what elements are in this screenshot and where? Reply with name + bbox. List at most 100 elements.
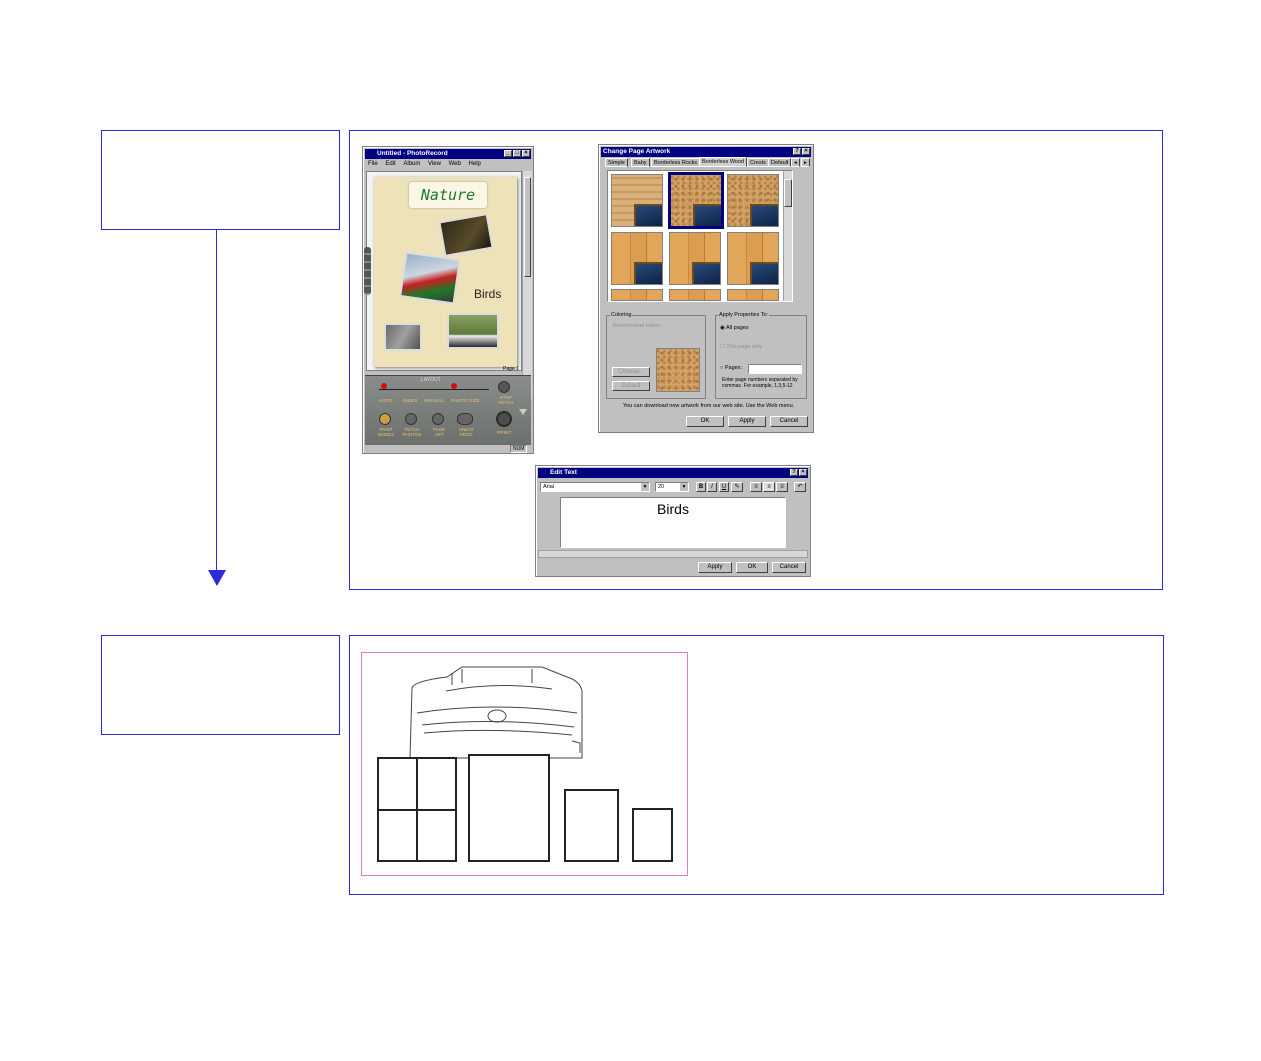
undo-redo-button[interactable]: [457, 413, 473, 425]
underline-button[interactable]: U: [719, 482, 729, 492]
text-content: Birds: [657, 501, 689, 517]
artwork-gallery: [607, 170, 793, 302]
photo-duck[interactable]: [438, 212, 494, 258]
page-tab-strip[interactable]: [364, 247, 371, 295]
layout-option-photosize[interactable]: PHOTO SIZE: [451, 399, 480, 404]
close-button[interactable]: ×: [522, 150, 530, 157]
recommend-colors-option[interactable]: Recommend colors: [613, 323, 660, 329]
page-art-button[interactable]: [432, 413, 444, 425]
this-page-checkbox[interactable]: ☐ This page only: [720, 344, 762, 350]
close-button[interactable]: ×: [802, 148, 810, 155]
menu-album[interactable]: Album: [403, 161, 420, 167]
tab-default[interactable]: Default: [768, 158, 792, 167]
maximize-button[interactable]: □: [513, 150, 521, 157]
help-button[interactable]: ?: [790, 469, 798, 476]
artwork-thumb-9[interactable]: [727, 289, 779, 301]
font-select[interactable]: Arial ▼: [540, 482, 650, 492]
cancel-button[interactable]: Cancel: [772, 562, 806, 573]
ok-button[interactable]: OK: [736, 562, 768, 573]
tab-borderless-rocks[interactable]: Borderless Rocks: [651, 158, 701, 167]
text-color-icon[interactable]: ✎: [731, 482, 743, 492]
menu-help[interactable]: Help: [469, 161, 481, 167]
print-label: PRINT: [497, 431, 512, 436]
coloring-preview: [656, 348, 700, 392]
edit-text-dialog: Edit Text ? × Arial ▼ 20 ▼ B I U ✎ ≡ ≡ ≡ …: [535, 465, 811, 577]
menu-file[interactable]: File: [368, 161, 378, 167]
menubar: File Edit Album View Web Help: [365, 160, 484, 169]
layout-option-index[interactable]: INDEX: [403, 399, 418, 404]
window-title: Untitled - PhotoRecord: [377, 150, 448, 157]
align-left-icon[interactable]: ≡: [750, 482, 762, 492]
artwork-thumb-4[interactable]: [611, 232, 663, 285]
stop-fetch-label: STOP FETCH: [498, 395, 514, 405]
bold-button[interactable]: B: [696, 482, 706, 492]
filter-icon[interactable]: [519, 409, 527, 415]
horizontal-scrollbar[interactable]: [538, 550, 808, 558]
close-button[interactable]: ×: [799, 469, 807, 476]
chevron-down-icon[interactable]: ▼: [680, 483, 688, 491]
minimize-button[interactable]: _: [504, 150, 512, 157]
artwork-thumb-6[interactable]: [727, 232, 779, 285]
pages-input[interactable]: [748, 364, 802, 374]
text-edit-area[interactable]: Birds: [560, 497, 786, 548]
align-right-icon[interactable]: ≡: [776, 482, 788, 492]
tab-scroll-left[interactable]: ◂: [791, 158, 800, 167]
align-center-icon[interactable]: ≡: [763, 482, 775, 492]
help-button[interactable]: ?: [793, 148, 801, 155]
gallery-scrollbar[interactable]: [783, 171, 792, 301]
layout-option-auto[interactable]: AUTO: [379, 399, 392, 404]
tab-scroll-right[interactable]: ▸: [801, 158, 810, 167]
status-num: NUM: [510, 445, 528, 453]
photo-parrot[interactable]: [399, 251, 461, 305]
print-modes-button[interactable]: [379, 413, 391, 425]
menu-edit[interactable]: Edit: [385, 161, 395, 167]
tab-crests[interactable]: Crests: [747, 158, 769, 167]
album-scrollbar[interactable]: [522, 171, 532, 399]
menu-view[interactable]: View: [428, 161, 441, 167]
choose-button[interactable]: Choose...: [612, 367, 650, 377]
artwork-thumb-7[interactable]: [611, 289, 663, 301]
apply-button[interactable]: Apply: [728, 416, 766, 427]
tab-borderless-wood[interactable]: Borderless Wood: [699, 157, 748, 167]
all-pages-radio[interactable]: ◉ All pages: [720, 325, 749, 331]
artwork-thumb-8[interactable]: [669, 289, 721, 301]
album-page[interactable]: Nature Birds: [374, 177, 517, 367]
photo-flock[interactable]: [384, 323, 422, 351]
tab-simple[interactable]: Simple: [605, 158, 628, 167]
printer-illustration: [361, 652, 688, 876]
artwork-thumb-3[interactable]: [727, 174, 779, 227]
page-title-banner[interactable]: Nature: [409, 182, 487, 208]
artwork-titlebar: Change Page Artwork ? ×: [601, 147, 811, 157]
artwork-thumb-1[interactable]: [611, 174, 663, 227]
fetch-photos-button[interactable]: [405, 413, 417, 425]
pages-hint: Enter page numbers separated by commas. …: [722, 377, 798, 389]
layout-slider-track[interactable]: [379, 389, 489, 390]
tab-baby[interactable]: Baby: [631, 158, 650, 167]
apply-to-group: Apply Properties To: ◉ All pages ☐ This …: [715, 312, 807, 399]
default-button[interactable]: Default: [612, 381, 650, 391]
ok-button[interactable]: OK: [686, 416, 724, 427]
dialog-title: Edit Text: [550, 469, 577, 476]
artwork-thumb-5[interactable]: [669, 232, 721, 285]
print-button[interactable]: [496, 411, 512, 427]
stop-fetch-button[interactable]: [498, 381, 510, 393]
edit-text-titlebar: Edit Text ? ×: [538, 468, 808, 478]
page-caption-birds[interactable]: Birds: [474, 287, 501, 301]
artwork-thumb-2-selected[interactable]: [668, 172, 724, 229]
photo-magpie[interactable]: [447, 313, 499, 349]
cancel-button[interactable]: Cancel: [770, 416, 808, 427]
pages-radio[interactable]: ○ Pages:: [720, 365, 742, 371]
photo-size-knob[interactable]: [451, 383, 457, 389]
italic-button[interactable]: I: [707, 482, 717, 492]
layout-slider-knob[interactable]: [381, 383, 387, 389]
tool-label-undo-redo: UNDO/ REDO: [458, 427, 474, 437]
size-select[interactable]: 20 ▼: [655, 482, 689, 492]
layout-option-manual[interactable]: MANUAL: [424, 399, 444, 404]
flow-arrow-head: [208, 570, 226, 586]
apply-button[interactable]: Apply: [698, 562, 732, 573]
undo-icon[interactable]: ↶: [794, 482, 806, 492]
coloring-label: Coloring: [610, 312, 633, 318]
menu-web[interactable]: Web: [449, 161, 461, 167]
chevron-down-icon[interactable]: ▼: [641, 483, 649, 491]
tool-label-fetch-photos: FETCH PHOTOS: [402, 427, 422, 437]
